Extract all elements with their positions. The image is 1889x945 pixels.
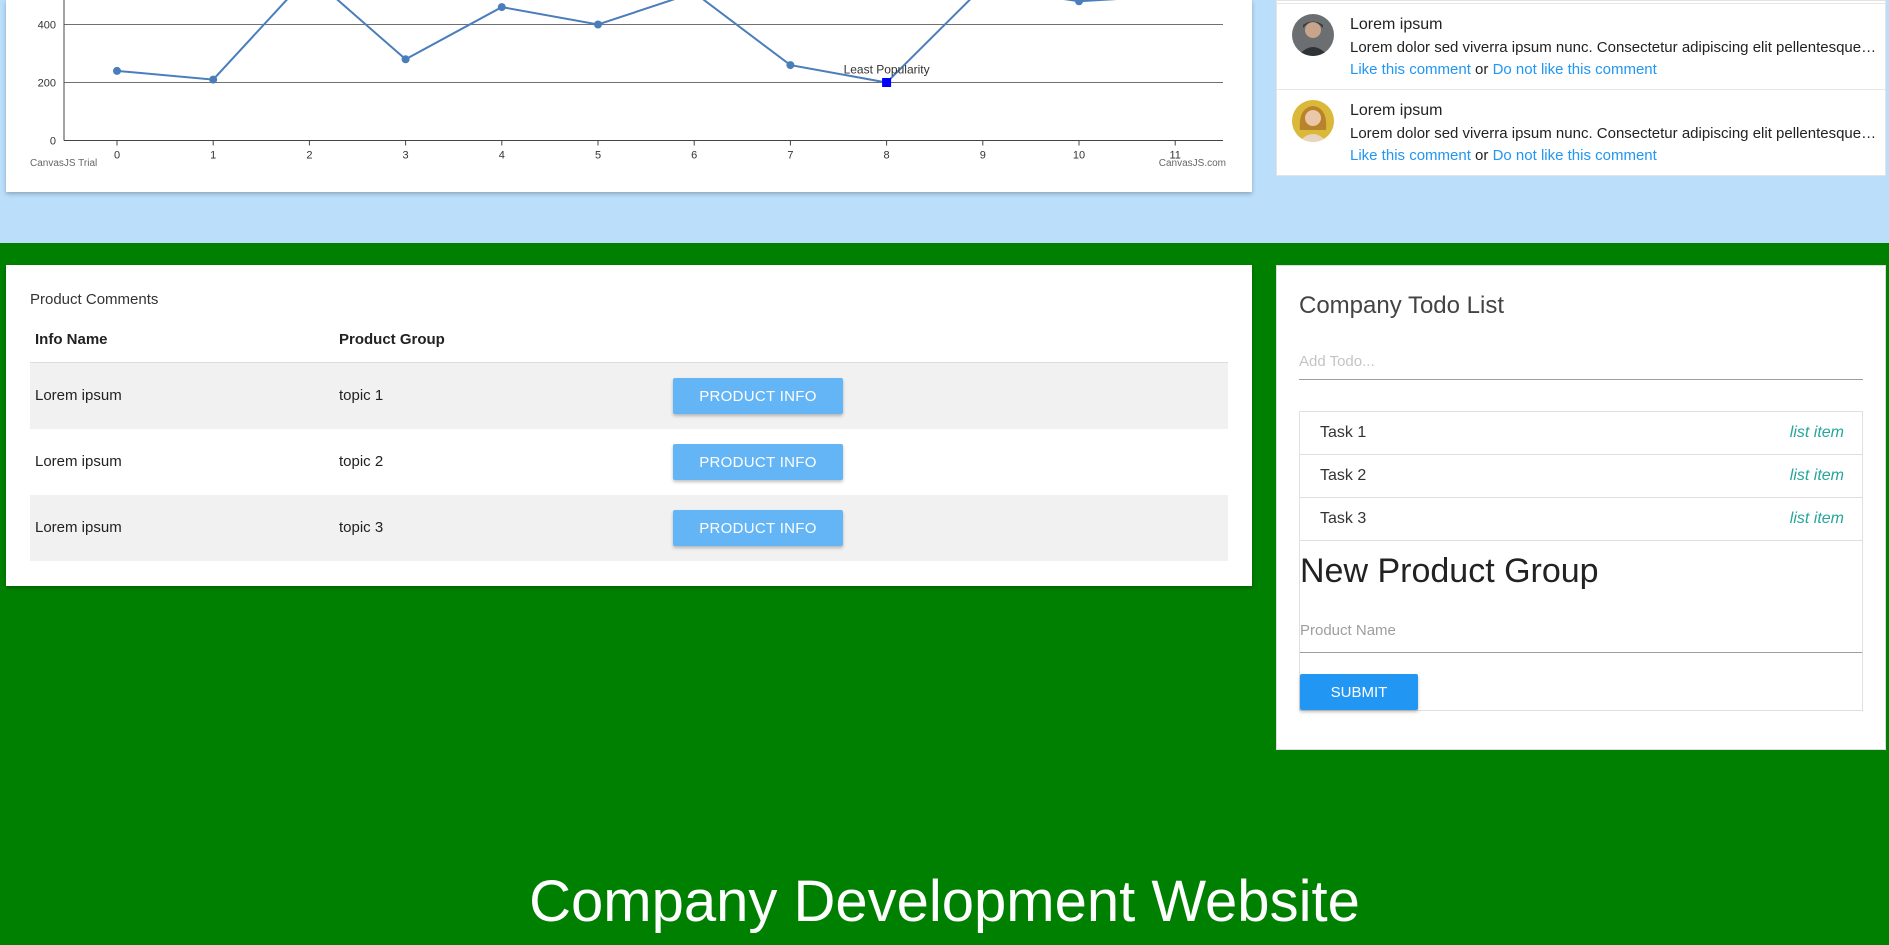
new-product-group-title: New Product Group bbox=[1300, 552, 1599, 590]
todo-card: Company Todo List Task 1 list item Task … bbox=[1276, 265, 1886, 750]
product-info-button[interactable]: PRODUCT INFO bbox=[673, 444, 843, 480]
column-header-product-group: Product Group bbox=[339, 331, 445, 348]
x-tick-label: 7 bbox=[787, 150, 793, 162]
comment-author: Lorem ipsum bbox=[1350, 16, 1443, 33]
like-comment-link[interactable]: Like this comment bbox=[1350, 61, 1471, 78]
y-tick-label: 400 bbox=[38, 20, 56, 32]
x-tick-label: 9 bbox=[980, 150, 986, 162]
todo-item-name: Task 2 bbox=[1320, 467, 1367, 484]
product-info-button[interactable]: PRODUCT INFO bbox=[673, 378, 843, 414]
comments-card: Lorem ipsum Lorem dolor sed viverra ipsu… bbox=[1276, 0, 1886, 176]
info-name-cell: Lorem ipsum bbox=[35, 453, 122, 470]
x-tick-label: 4 bbox=[499, 150, 505, 162]
product-comments-card: Product Comments Info Name Product Group… bbox=[6, 265, 1252, 586]
todo-item-meta: list item bbox=[1789, 424, 1844, 441]
todo-item-name: Task 1 bbox=[1320, 424, 1367, 441]
watermark-right: CanvasJS.com bbox=[1159, 158, 1226, 169]
table-row: Lorem ipsum topic 2 PRODUCT INFO bbox=[30, 429, 1228, 495]
product-group-cell: topic 1 bbox=[339, 387, 384, 404]
like-comment-link[interactable]: Like this comment bbox=[1350, 147, 1471, 164]
popularity-chart-card: 0 200 400 0 1 2 3 4 5 6 7 8 9 10 11 Least Popularity Can… bbox=[6, 0, 1252, 192]
todo-item-meta: list item bbox=[1789, 467, 1844, 484]
y-tick-label: 200 bbox=[38, 78, 56, 90]
table-row: Lorem ipsum topic 3 PRODUCT INFO bbox=[30, 495, 1228, 561]
x-tick-label: 3 bbox=[403, 150, 409, 162]
x-tick-label: 0 bbox=[114, 150, 120, 162]
comment-author: Lorem ipsum bbox=[1350, 102, 1443, 119]
todo-item-meta: list item bbox=[1789, 510, 1844, 527]
data-point bbox=[401, 55, 410, 64]
todo-title: Company Todo List bbox=[1299, 292, 1505, 319]
submit-button[interactable]: SUBMIT bbox=[1300, 674, 1418, 710]
data-point bbox=[594, 20, 602, 29]
table-row: Lorem ipsum topic 1 PRODUCT INFO bbox=[30, 363, 1228, 429]
x-tick-label: 5 bbox=[595, 150, 601, 162]
x-tick-label: 6 bbox=[691, 150, 697, 162]
product-group-cell: topic 3 bbox=[339, 519, 384, 536]
avatar bbox=[1292, 100, 1334, 142]
data-point bbox=[1075, 0, 1083, 6]
todo-item[interactable]: Task 1 list item bbox=[1300, 412, 1862, 455]
todo-item-name: Task 3 bbox=[1320, 510, 1367, 527]
dislike-comment-link[interactable]: Do not like this comment bbox=[1493, 61, 1657, 78]
x-tick-label: 10 bbox=[1073, 150, 1085, 162]
popularity-chart: 02004000 1 2 3 4 5 6 7 8 9 10 11Least PopularityCan… bbox=[30, 0, 1226, 169]
product-info-button[interactable]: PRODUCT INFO bbox=[673, 510, 843, 546]
info-name-cell: Lorem ipsum bbox=[35, 519, 122, 536]
product-name-input[interactable] bbox=[1300, 609, 1862, 653]
table-header: Info Name Product Group bbox=[30, 321, 1228, 363]
info-name-cell: Lorem ipsum bbox=[35, 387, 122, 404]
todo-list: Task 1 list item Task 2 list item Task 3… bbox=[1299, 411, 1863, 711]
series-line bbox=[116, 0, 1118, 84]
todo-item[interactable]: Task 2 list item bbox=[1300, 455, 1862, 498]
comment-actions: Like this comment or Do not like this co… bbox=[1350, 61, 1657, 78]
avatar bbox=[1292, 14, 1334, 56]
add-todo-input[interactable] bbox=[1299, 344, 1863, 380]
annotation-label: Least Popularity bbox=[844, 63, 930, 77]
todo-item[interactable]: Task 3 list item bbox=[1300, 498, 1862, 541]
dislike-comment-link[interactable]: Do not like this comment bbox=[1493, 147, 1657, 164]
data-point-highlight bbox=[882, 78, 892, 87]
comment-item: Lorem ipsum Lorem dolor sed viverra ipsu… bbox=[1277, 89, 1885, 175]
watermark-left: CanvasJS Trial bbox=[30, 158, 97, 169]
data-point bbox=[786, 61, 795, 70]
comment-actions: Like this comment or Do not like this co… bbox=[1350, 147, 1657, 164]
data-point bbox=[497, 3, 506, 12]
x-tick-label: 1 bbox=[210, 150, 216, 162]
x-tick-label: 8 bbox=[884, 150, 890, 162]
or-separator: or bbox=[1470, 61, 1493, 78]
column-header-info-name: Info Name bbox=[35, 331, 108, 348]
comment-text: Lorem dolor sed viverra ipsum nunc. Cons… bbox=[1350, 39, 1880, 56]
comment-item: Lorem ipsum Lorem dolor sed viverra ipsu… bbox=[1277, 3, 1885, 89]
or-separator: or bbox=[1470, 147, 1493, 164]
x-tick-label: 2 bbox=[306, 150, 312, 162]
table-caption: Product Comments bbox=[30, 291, 159, 308]
data-point bbox=[209, 75, 218, 84]
site-title: Company Development Website bbox=[529, 869, 1360, 934]
comment-text: Lorem dolor sed viverra ipsum nunc. Cons… bbox=[1350, 125, 1880, 142]
data-point bbox=[113, 66, 121, 75]
y-tick-label: 0 bbox=[50, 136, 56, 148]
product-group-cell: topic 2 bbox=[339, 453, 384, 470]
